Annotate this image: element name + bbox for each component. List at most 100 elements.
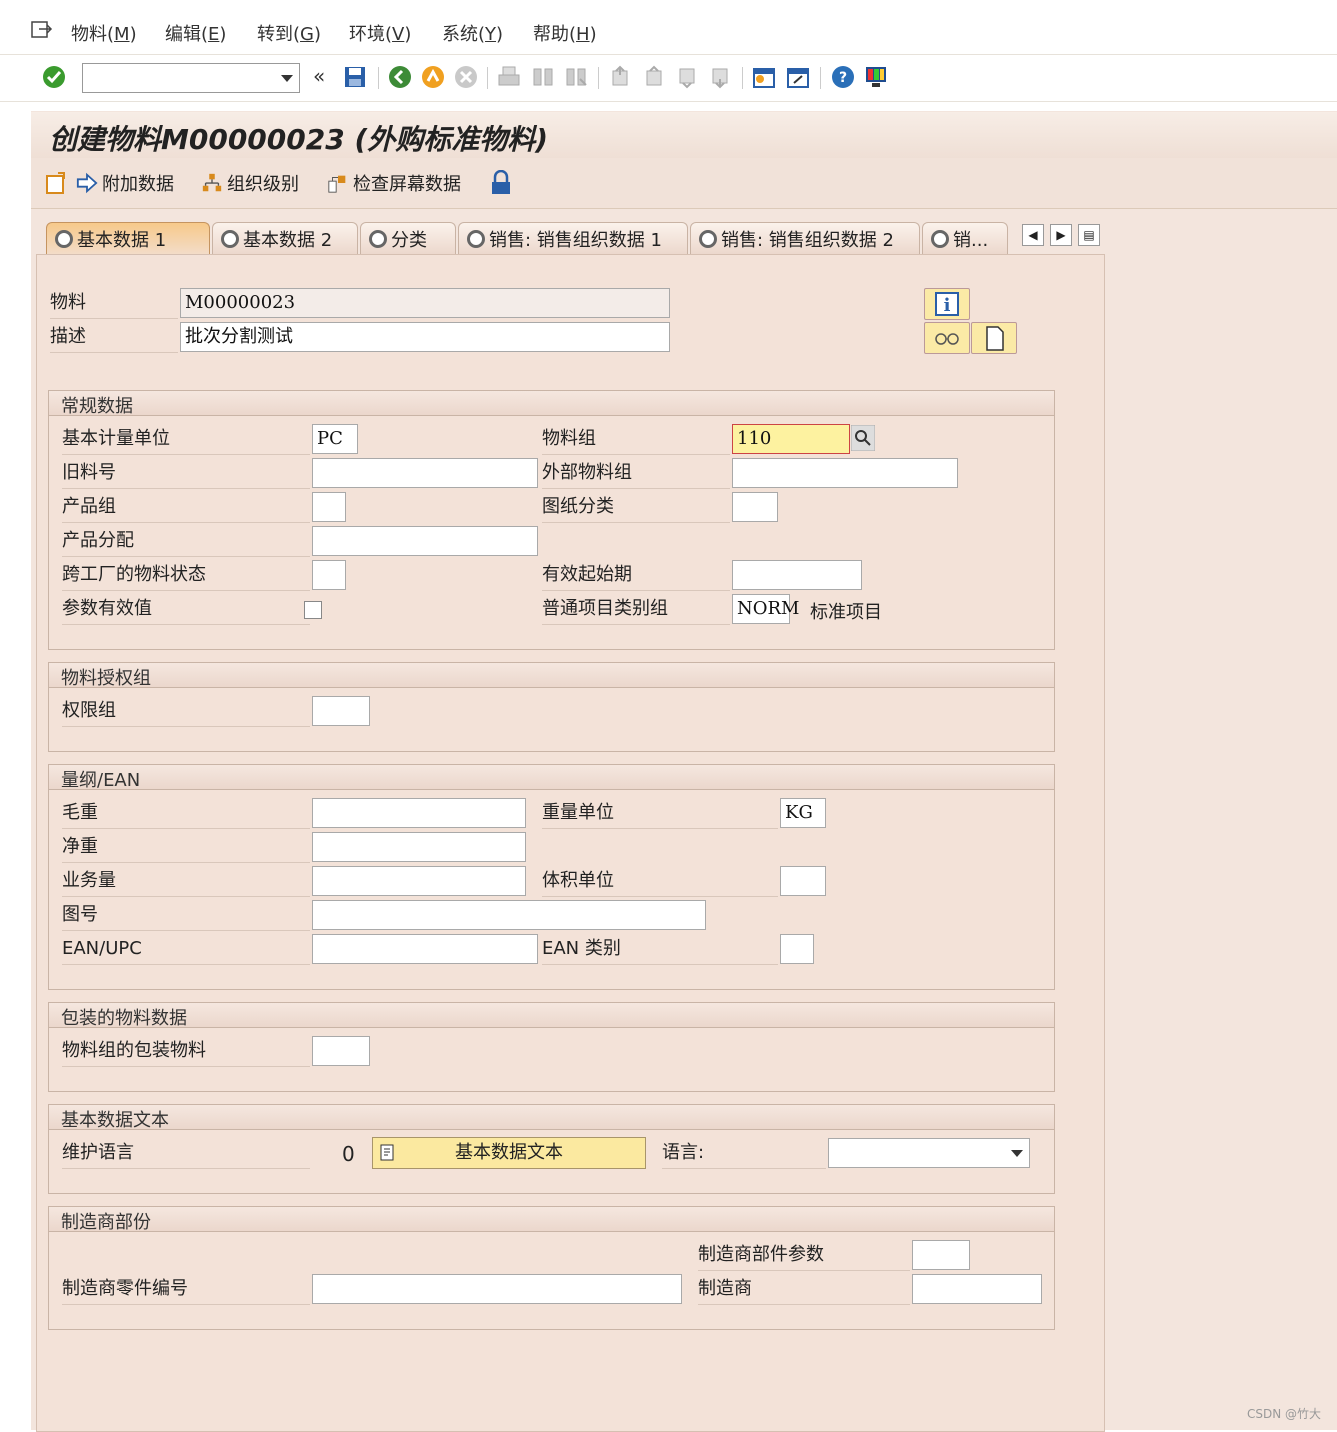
menu-environment[interactable]: 环境(V) bbox=[349, 20, 411, 46]
find-next-icon[interactable] bbox=[564, 65, 588, 89]
org-levels-button[interactable]: 组织级别 bbox=[201, 170, 299, 196]
basic-data-text-button[interactable]: 基本数据文本 bbox=[372, 1137, 646, 1169]
menu-edit[interactable]: 编辑(E) bbox=[165, 20, 226, 46]
first-page-icon[interactable] bbox=[608, 65, 632, 89]
tab-sales-org-2[interactable]: 销售: 销售组织数据 2 bbox=[690, 222, 920, 254]
item-category-group-field[interactable]: NORM bbox=[732, 594, 800, 624]
packaging-material-label: 物料组的包装物料 bbox=[62, 1037, 310, 1067]
tab-classification[interactable]: 分类 bbox=[360, 222, 456, 254]
group-header: 包装的物料数据 bbox=[49, 1003, 1054, 1029]
net-weight-field[interactable] bbox=[312, 832, 526, 862]
item-category-group-label: 普通项目类别组 bbox=[542, 595, 730, 625]
menu-help[interactable]: 帮助(H) bbox=[533, 20, 597, 46]
new-document-icon[interactable] bbox=[44, 171, 68, 195]
cancel-icon[interactable] bbox=[454, 65, 478, 89]
tab-label: 基本数据 2 bbox=[243, 229, 333, 251]
next-page-icon[interactable] bbox=[675, 65, 699, 89]
material-field[interactable]: M00000023 bbox=[180, 288, 670, 318]
svg-text:?: ? bbox=[839, 70, 847, 86]
tab-list-icon[interactable]: ▤ bbox=[1078, 224, 1100, 246]
create-session-icon[interactable] bbox=[752, 65, 776, 89]
param-effectivity-label: 参数有效值 bbox=[62, 595, 310, 625]
product-allocation-label: 产品分配 bbox=[62, 527, 310, 557]
tab-scroll-right-icon[interactable]: ▶ bbox=[1050, 224, 1072, 246]
menu-material[interactable]: 物料(M) bbox=[71, 20, 137, 46]
material-group-label: 物料组 bbox=[542, 425, 730, 455]
last-page-icon[interactable] bbox=[708, 65, 732, 89]
gear-icon bbox=[221, 229, 239, 248]
mfr-part-number-label: 制造商零件编号 bbox=[62, 1275, 310, 1305]
additional-data-label: 附加数据 bbox=[102, 174, 174, 195]
back-icon[interactable] bbox=[388, 65, 412, 89]
ean-category-label: EAN 类别 bbox=[542, 935, 778, 965]
print-icon[interactable] bbox=[497, 65, 521, 89]
param-effectivity-checkbox[interactable] bbox=[304, 601, 322, 619]
menu-system[interactable]: 系统(Y) bbox=[442, 20, 503, 46]
volume-unit-field[interactable] bbox=[780, 866, 826, 896]
group-header: 基本数据文本 bbox=[49, 1105, 1054, 1131]
exit-icon[interactable] bbox=[421, 65, 445, 89]
chevron-down-icon[interactable] bbox=[1011, 1150, 1023, 1157]
tab-sales-org-1[interactable]: 销售: 销售组织数据 1 bbox=[458, 222, 688, 254]
cross-plant-status-field[interactable] bbox=[312, 560, 346, 590]
additional-data-button[interactable]: 附加数据 bbox=[76, 170, 174, 196]
size-dimensions-field[interactable] bbox=[312, 900, 706, 930]
mfr-part-number-field[interactable] bbox=[312, 1274, 682, 1304]
gross-weight-field[interactable] bbox=[312, 798, 526, 828]
ean-category-field[interactable] bbox=[780, 934, 814, 964]
group-header: 物料授权组 bbox=[49, 663, 1054, 689]
chevron-down-icon[interactable] bbox=[281, 75, 293, 82]
tab-basic-data-2[interactable]: 基本数据 2 bbox=[212, 222, 358, 254]
gross-weight-label: 毛重 bbox=[62, 799, 310, 829]
material-group-field[interactable]: 110 bbox=[732, 424, 850, 454]
menu-goto[interactable]: 转到(G) bbox=[257, 20, 321, 46]
packaging-material-field[interactable] bbox=[312, 1036, 370, 1066]
enter-checkmark-icon[interactable] bbox=[42, 65, 66, 89]
gear-icon bbox=[369, 229, 387, 248]
glasses-button[interactable] bbox=[924, 322, 970, 354]
lock-icon[interactable] bbox=[490, 170, 512, 196]
description-field[interactable]: 批次分割测试 bbox=[180, 322, 670, 352]
search-help-icon[interactable] bbox=[851, 425, 875, 451]
ean-upc-field[interactable] bbox=[312, 934, 538, 964]
old-material-field[interactable] bbox=[312, 458, 538, 488]
arrow-right-icon bbox=[76, 172, 98, 194]
layout-menu-icon[interactable] bbox=[864, 65, 888, 89]
page-title: 创建物料M00000023 (外购标准物料) bbox=[49, 123, 549, 156]
previous-page-icon[interactable] bbox=[642, 65, 666, 89]
info-button[interactable]: i bbox=[924, 288, 970, 320]
drawing-class-field[interactable] bbox=[732, 492, 778, 522]
division-field[interactable] bbox=[312, 492, 346, 522]
product-allocation-field[interactable] bbox=[312, 526, 538, 556]
valid-from-field[interactable] bbox=[732, 560, 862, 590]
ean-upc-label: EAN/UPC bbox=[62, 935, 310, 965]
generate-shortcut-icon[interactable] bbox=[786, 65, 810, 89]
check-screen-data-button[interactable]: 检查屏幕数据 bbox=[327, 170, 461, 196]
weight-unit-field[interactable]: KG bbox=[780, 798, 826, 828]
valid-from-label: 有效起始期 bbox=[542, 561, 730, 591]
tab-sales-more[interactable]: 销... bbox=[922, 222, 1008, 254]
tab-scroll-left-icon[interactable]: ◀ bbox=[1022, 224, 1044, 246]
save-icon[interactable] bbox=[343, 65, 367, 89]
ext-material-group-label: 外部物料组 bbox=[542, 459, 730, 489]
command-field[interactable] bbox=[82, 63, 300, 93]
base-uom-field[interactable]: PC bbox=[312, 424, 358, 454]
volume-field[interactable] bbox=[312, 866, 526, 896]
double-left-chevron-icon[interactable]: « bbox=[313, 64, 325, 88]
document-button[interactable] bbox=[971, 322, 1017, 354]
language-dropdown[interactable] bbox=[828, 1138, 1030, 1168]
toolbar-separator bbox=[742, 67, 743, 89]
auth-group-field[interactable] bbox=[312, 696, 370, 726]
menu-exit-icon[interactable] bbox=[31, 20, 53, 40]
drawing-class-label: 图纸分类 bbox=[542, 493, 730, 523]
mpn-profile-field[interactable] bbox=[912, 1240, 970, 1270]
text-edit-icon bbox=[380, 1144, 394, 1161]
ext-material-group-field[interactable] bbox=[732, 458, 958, 488]
group-header: 量纲/EAN bbox=[49, 765, 1054, 791]
manufacturer-field[interactable] bbox=[912, 1274, 1042, 1304]
help-icon[interactable]: ? bbox=[831, 65, 855, 89]
division-label: 产品组 bbox=[62, 493, 310, 523]
find-icon[interactable] bbox=[531, 65, 555, 89]
language-label: 语言: bbox=[662, 1139, 826, 1169]
tab-basic-data-1[interactable]: 基本数据 1 bbox=[46, 222, 210, 254]
